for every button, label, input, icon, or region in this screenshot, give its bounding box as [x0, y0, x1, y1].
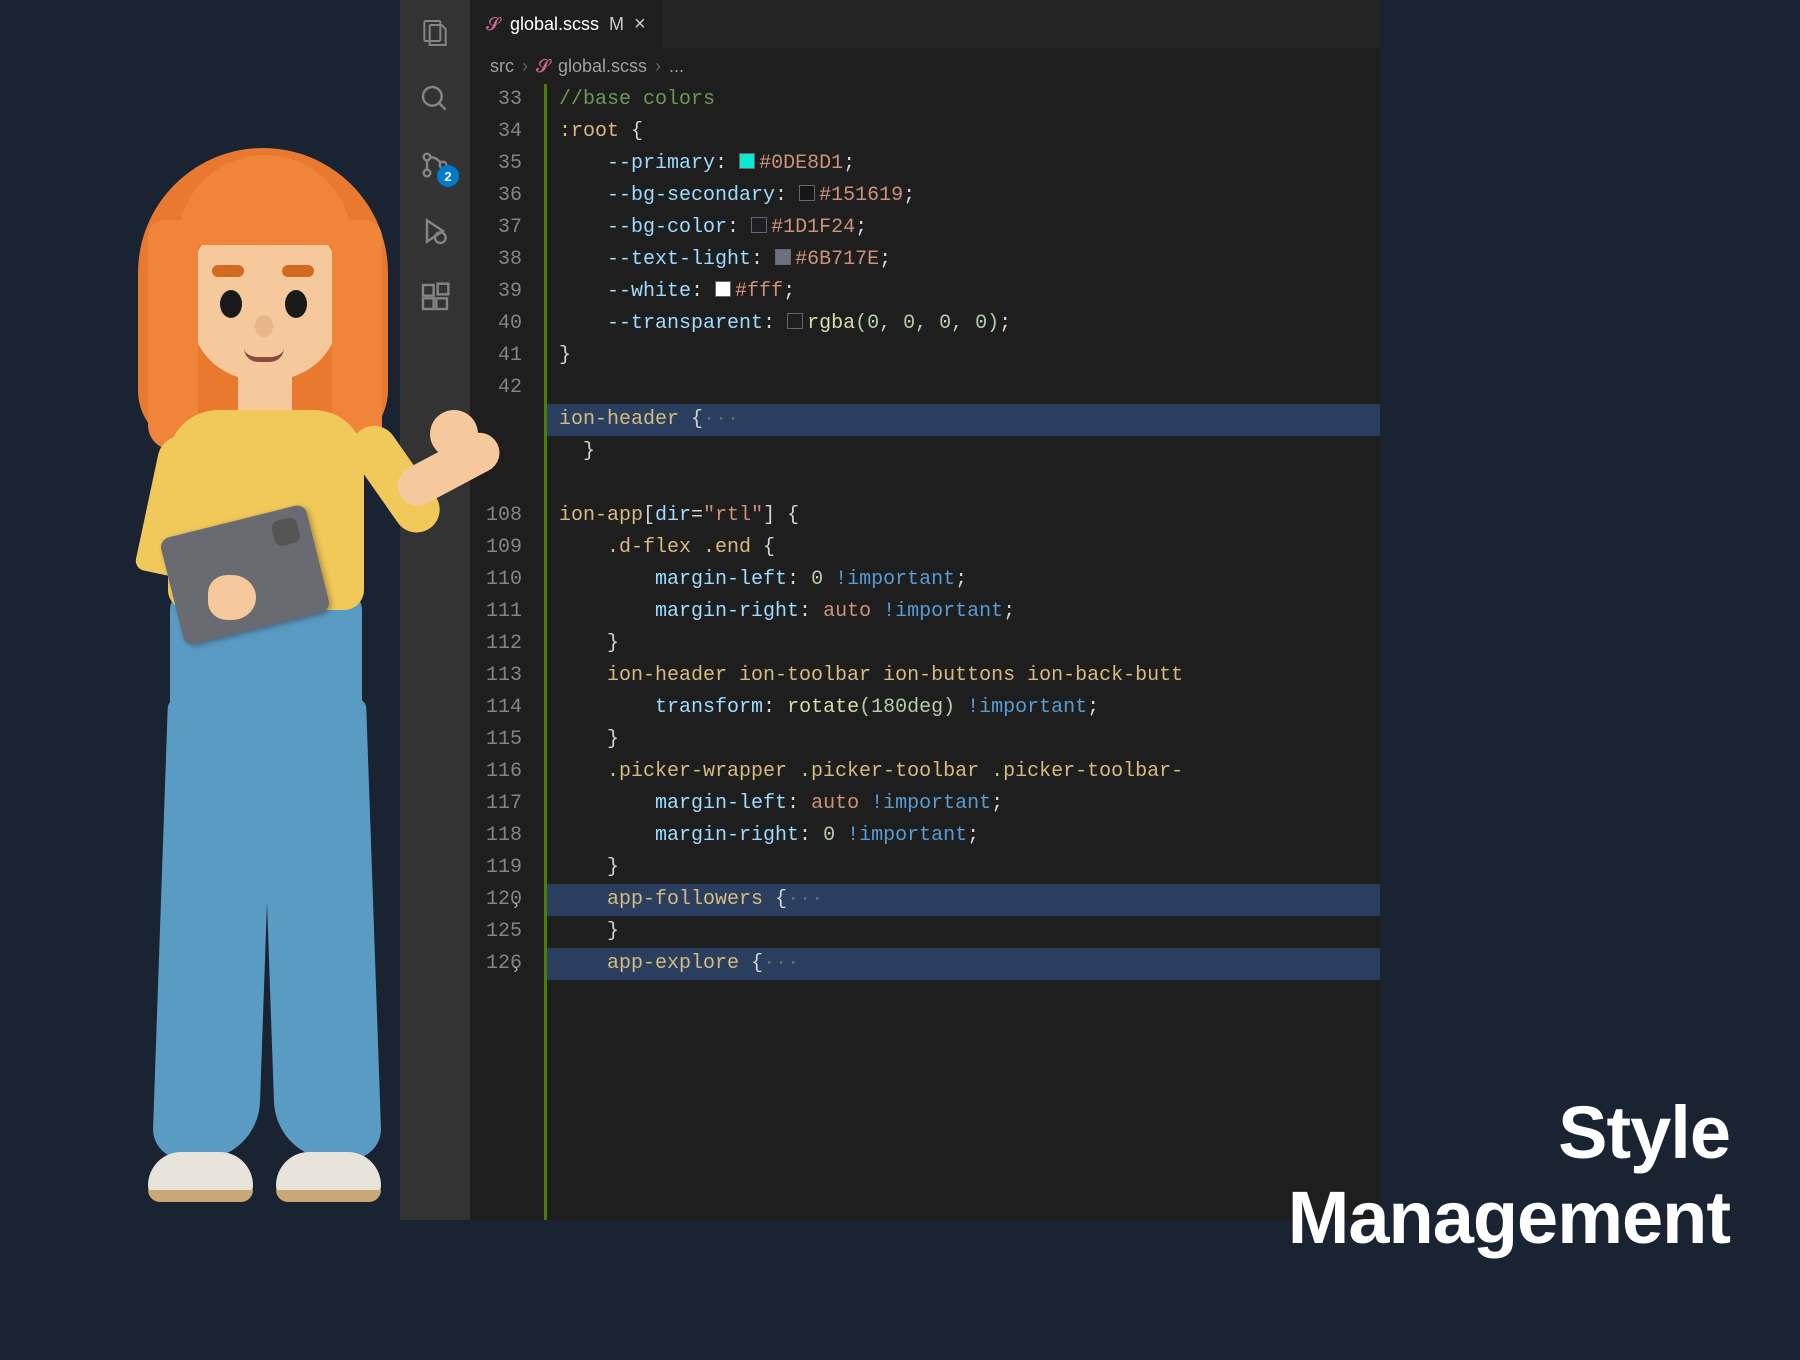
- code-line[interactable]: .d-flex .end {: [547, 532, 1380, 564]
- line-number: 108: [470, 500, 522, 532]
- chevron-right-icon: ›: [655, 56, 661, 77]
- tab-close-icon[interactable]: ×: [634, 13, 646, 36]
- color-swatch-icon[interactable]: [715, 281, 731, 297]
- line-number: 38: [470, 244, 522, 276]
- code-line[interactable]: --primary: #0DE8D1;: [547, 148, 1380, 180]
- line-number: 35: [470, 148, 522, 180]
- code-line[interactable]: --white: #fff;: [547, 276, 1380, 308]
- chevron-right-icon: ›: [522, 56, 528, 77]
- code-line[interactable]: }: [547, 916, 1380, 948]
- breadcrumb-folder[interactable]: src: [490, 56, 514, 77]
- tab-global-scss[interactable]: 𝓢 global.scss M ×: [470, 0, 663, 48]
- line-number: 37: [470, 212, 522, 244]
- code-area[interactable]: 33 34 35 36 37 38 39 40 41 42 108 109 11…: [470, 84, 1380, 1220]
- page-title: Style Management: [1288, 1090, 1730, 1260]
- code-line[interactable]: ion-app[dir="rtl"] {: [547, 500, 1380, 532]
- color-swatch-icon[interactable]: [787, 313, 803, 329]
- scss-file-icon: 𝓢: [536, 56, 550, 77]
- color-swatch-icon[interactable]: [775, 249, 791, 265]
- line-number: 126›: [470, 948, 522, 980]
- fold-chevron-icon[interactable]: ›: [512, 954, 520, 986]
- editor-window: 2 𝓢 global.scss M × src › 𝓢 global.scss …: [400, 0, 1380, 1220]
- line-number: 111: [470, 596, 522, 628]
- line-number: 114: [470, 692, 522, 724]
- code-line[interactable]: margin-right: auto !important;: [547, 596, 1380, 628]
- title-line2: Management: [1288, 1175, 1730, 1260]
- line-number: 119: [470, 852, 522, 884]
- code-line[interactable]: }: [547, 724, 1380, 756]
- code-line[interactable]: ion-header ion-toolbar ion-buttons ion-b…: [547, 660, 1380, 692]
- line-number: 118: [470, 820, 522, 852]
- code-line[interactable]: [547, 468, 1380, 500]
- code-line[interactable]: margin-right: 0 !important;: [547, 820, 1380, 852]
- tab-bar: 𝓢 global.scss M ×: [470, 0, 1380, 48]
- line-number: 33: [470, 84, 522, 116]
- code-line[interactable]: margin-left: 0 !important;: [547, 564, 1380, 596]
- character-illustration: [60, 100, 460, 1300]
- code-line[interactable]: transform: rotate(180deg) !important;: [547, 692, 1380, 724]
- code-line[interactable]: }: [547, 436, 1380, 468]
- line-number: 116: [470, 756, 522, 788]
- scss-file-icon: 𝓢: [486, 14, 500, 35]
- line-number: 117: [470, 788, 522, 820]
- explorer-icon[interactable]: [417, 15, 453, 51]
- line-number: 36: [470, 180, 522, 212]
- line-number: 41: [470, 340, 522, 372]
- code-line[interactable]: :root {: [547, 116, 1380, 148]
- line-number: 40: [470, 308, 522, 340]
- line-number: 113: [470, 660, 522, 692]
- tab-filename: global.scss: [510, 14, 599, 35]
- breadcrumb[interactable]: src › 𝓢 global.scss › ...: [470, 48, 1380, 84]
- code-line[interactable]: app-explore {···: [547, 948, 1380, 980]
- code-line[interactable]: }: [547, 340, 1380, 372]
- line-number: 34: [470, 116, 522, 148]
- code-line[interactable]: ion-header {···: [547, 404, 1380, 436]
- line-number: 115: [470, 724, 522, 756]
- color-swatch-icon[interactable]: [751, 217, 767, 233]
- breadcrumb-more[interactable]: ...: [669, 56, 684, 77]
- code-line[interactable]: app-followers {···: [547, 884, 1380, 916]
- code-line[interactable]: --bg-color: #1D1F24;: [547, 212, 1380, 244]
- line-number: 39: [470, 276, 522, 308]
- code-line[interactable]: --bg-secondary: #151619;: [547, 180, 1380, 212]
- line-number: 110: [470, 564, 522, 596]
- title-line1: Style: [1288, 1090, 1730, 1175]
- code-line[interactable]: margin-left: auto !important;: [547, 788, 1380, 820]
- tab-modified-indicator: M: [609, 14, 624, 35]
- code-line[interactable]: .picker-wrapper .picker-toolbar .picker-…: [547, 756, 1380, 788]
- code-line[interactable]: //base colors: [547, 84, 1380, 116]
- code-line[interactable]: --text-light: #6B717E;: [547, 244, 1380, 276]
- line-number: 125: [470, 916, 522, 948]
- line-number: 42: [470, 372, 522, 404]
- code-line[interactable]: }: [547, 628, 1380, 660]
- color-swatch-icon[interactable]: [739, 153, 755, 169]
- line-number: 120›: [470, 884, 522, 916]
- code-line[interactable]: --transparent: rgba(0, 0, 0, 0);: [547, 308, 1380, 340]
- color-swatch-icon[interactable]: [799, 185, 815, 201]
- code-line[interactable]: }: [547, 852, 1380, 884]
- line-number: 112: [470, 628, 522, 660]
- breadcrumb-file[interactable]: global.scss: [558, 56, 647, 77]
- code-line[interactable]: [547, 372, 1380, 404]
- editor-main: 𝓢 global.scss M × src › 𝓢 global.scss › …: [470, 0, 1380, 1220]
- code-content[interactable]: //base colors :root { --primary: #0DE8D1…: [544, 84, 1380, 1220]
- line-number: 109: [470, 532, 522, 564]
- line-gutter: 33 34 35 36 37 38 39 40 41 42 108 109 11…: [470, 84, 544, 1220]
